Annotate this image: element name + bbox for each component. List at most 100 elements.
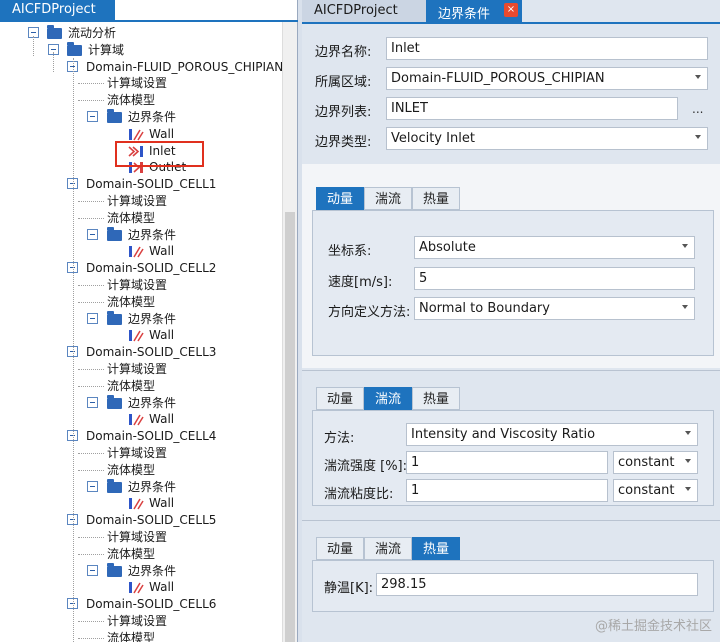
tree-connector (53, 52, 54, 72)
tree-node-domain-settings[interactable]: 计算域设置 (107, 74, 167, 92)
tree-scrollbar[interactable] (282, 22, 297, 642)
temp-input[interactable]: 298.15 (376, 573, 698, 596)
tree-node-domains[interactable]: 计算域 (88, 41, 124, 59)
boundary-wall-icon (128, 413, 144, 426)
tree-node-wall[interactable]: Wall (149, 494, 174, 512)
tree-connector (78, 369, 104, 370)
boundary-list-input[interactable]: INLET (386, 97, 678, 120)
tree-node-domain[interactable]: Domain-SOLID_CELL4 (86, 427, 216, 445)
chevron-down-icon (682, 305, 688, 309)
tree-node-domain[interactable]: Domain-SOLID_CELL2 (86, 259, 216, 277)
scrollbar-thumb[interactable] (285, 212, 295, 642)
folder-icon (107, 310, 122, 325)
viscosity-mode-value: constant (618, 483, 675, 498)
tree-node-boundary-conditions[interactable]: 边界条件 (128, 226, 176, 244)
tree-connector (73, 57, 74, 642)
folder-icon (107, 226, 122, 241)
tree-node-boundary-conditions[interactable]: 边界条件 (128, 108, 176, 126)
tree-node-fluid-model[interactable]: 流体模型 (107, 209, 155, 227)
expander-icon[interactable] (87, 564, 98, 576)
tree-node-fluid-model[interactable]: 流体模型 (107, 461, 155, 479)
tree-node-boundary-conditions[interactable]: 边界条件 (128, 394, 176, 412)
region-select[interactable]: Domain-FLUID_POROUS_CHIPIAN (386, 67, 708, 90)
close-icon[interactable]: × (504, 3, 518, 17)
method-select[interactable]: Intensity and Viscosity Ratio (406, 423, 698, 446)
tree-connector (78, 83, 104, 85)
tab-turbulence[interactable]: 湍流 (364, 387, 412, 410)
boundary-type-select[interactable]: Velocity Inlet (386, 127, 708, 150)
tree-connector (78, 385, 104, 387)
tree-node-domain[interactable]: Domain-SOLID_CELL5 (86, 511, 216, 529)
tab-heat[interactable]: 热量 (412, 387, 460, 410)
tab-momentum[interactable]: 动量 (316, 537, 364, 560)
tree-node-fluid-model[interactable]: 流体模型 (107, 91, 155, 109)
boundary-name-input[interactable]: Inlet (386, 37, 708, 60)
chevron-down-icon (695, 75, 701, 79)
tab-aicfdproject[interactable]: AICFDProject (0, 0, 115, 20)
boundary-wall-icon (128, 245, 144, 258)
tree-connector (78, 301, 104, 303)
tab-turbulence[interactable]: 湍流 (364, 187, 412, 210)
boundary-wall-icon (128, 329, 144, 342)
tree-node-domain-settings[interactable]: 计算域设置 (107, 192, 167, 210)
expander-icon[interactable] (87, 228, 98, 240)
direction-value: Normal to Boundary (419, 301, 550, 316)
folder-icon (67, 41, 82, 56)
divider (302, 520, 720, 521)
tree-node-domain[interactable]: Domain-SOLID_CELL6 (86, 595, 216, 613)
speed-input[interactable]: 5 (414, 267, 695, 290)
tree-node-fluid-model[interactable]: 流体模型 (107, 377, 155, 395)
chevron-down-icon (682, 244, 688, 248)
tree-node-wall[interactable]: Wall (149, 242, 174, 260)
tree-node-fluid-model[interactable]: 流体模型 (107, 545, 155, 563)
tree-node-domain-settings[interactable]: 计算域设置 (107, 612, 167, 630)
intensity-mode-select[interactable]: constant (613, 451, 698, 474)
tab-project[interactable]: AICFDProject (302, 0, 426, 22)
expander-icon[interactable] (87, 312, 98, 324)
expander-icon[interactable] (87, 396, 98, 408)
direction-select[interactable]: Normal to Boundary (414, 297, 695, 320)
tree-node-fluid-model[interactable]: 流体模型 (107, 629, 155, 642)
tab-heat[interactable]: 热量 (412, 537, 460, 560)
project-tree: 流动分析 计算域 Domain-FLUID_POROUS_CHIPIAN 计算域设置流… (0, 22, 282, 642)
expander-icon[interactable] (87, 111, 98, 122)
intensity-input[interactable]: 1 (406, 451, 608, 474)
tree-node-domain[interactable]: Domain-SOLID_CELL3 (86, 343, 216, 361)
inlet-highlight-box (115, 141, 204, 167)
tree-node-domain-settings[interactable]: 计算域设置 (107, 528, 167, 546)
coord-select[interactable]: Absolute (414, 236, 695, 259)
tab-boundary-condition[interactable]: 边界条件 × (426, 0, 522, 22)
direction-label: 方向定义方法: (328, 305, 411, 320)
tree-connector (78, 217, 104, 219)
tree-node-domain[interactable]: Domain-FLUID_POROUS_CHIPIAN (86, 58, 282, 76)
expander-icon[interactable] (87, 480, 98, 492)
tree-node-root[interactable]: 流动分析 (68, 24, 116, 42)
coord-value: Absolute (419, 240, 476, 255)
project-tree-panel: AICFDProject 流动分析 计算域 Domain-FLUID_POROUS_… (0, 0, 298, 642)
tree-node-domain-settings[interactable]: 计算域设置 (107, 444, 167, 462)
divider (302, 370, 720, 371)
chevron-down-icon (685, 487, 691, 491)
tree-node-boundary-conditions[interactable]: 边界条件 (128, 562, 176, 580)
tree-node-boundary-conditions[interactable]: 边界条件 (128, 478, 176, 496)
tree-connector (78, 469, 104, 471)
tree-node-wall[interactable]: Wall (149, 578, 174, 596)
viscosity-mode-select[interactable]: constant (613, 479, 698, 502)
browse-button[interactable]: ... (692, 102, 703, 116)
tab-turbulence[interactable]: 湍流 (364, 537, 412, 560)
tab-momentum[interactable]: 动量 (316, 187, 364, 210)
speed-label: 速度[m/s]: (328, 275, 393, 290)
boundary-type-value: Velocity Inlet (391, 131, 475, 146)
tab-heat[interactable]: 热量 (412, 187, 460, 210)
tree-node-wall[interactable]: Wall (149, 410, 174, 428)
chevron-down-icon (695, 135, 701, 139)
tree-node-domain-settings[interactable]: 计算域设置 (107, 276, 167, 294)
tree-node-domain-settings[interactable]: 计算域设置 (107, 360, 167, 378)
tree-node-fluid-model[interactable]: 流体模型 (107, 293, 155, 311)
tree-node-boundary-conditions[interactable]: 边界条件 (128, 310, 176, 328)
tab-momentum[interactable]: 动量 (316, 387, 364, 410)
viscosity-input[interactable]: 1 (406, 479, 608, 502)
tree-node-wall[interactable]: Wall (149, 326, 174, 344)
tree-node-domain[interactable]: Domain-SOLID_CELL1 (86, 175, 216, 193)
editor-content: 边界名称: Inlet 所属区域: Domain-FLUID_POROUS_CH… (302, 24, 720, 642)
